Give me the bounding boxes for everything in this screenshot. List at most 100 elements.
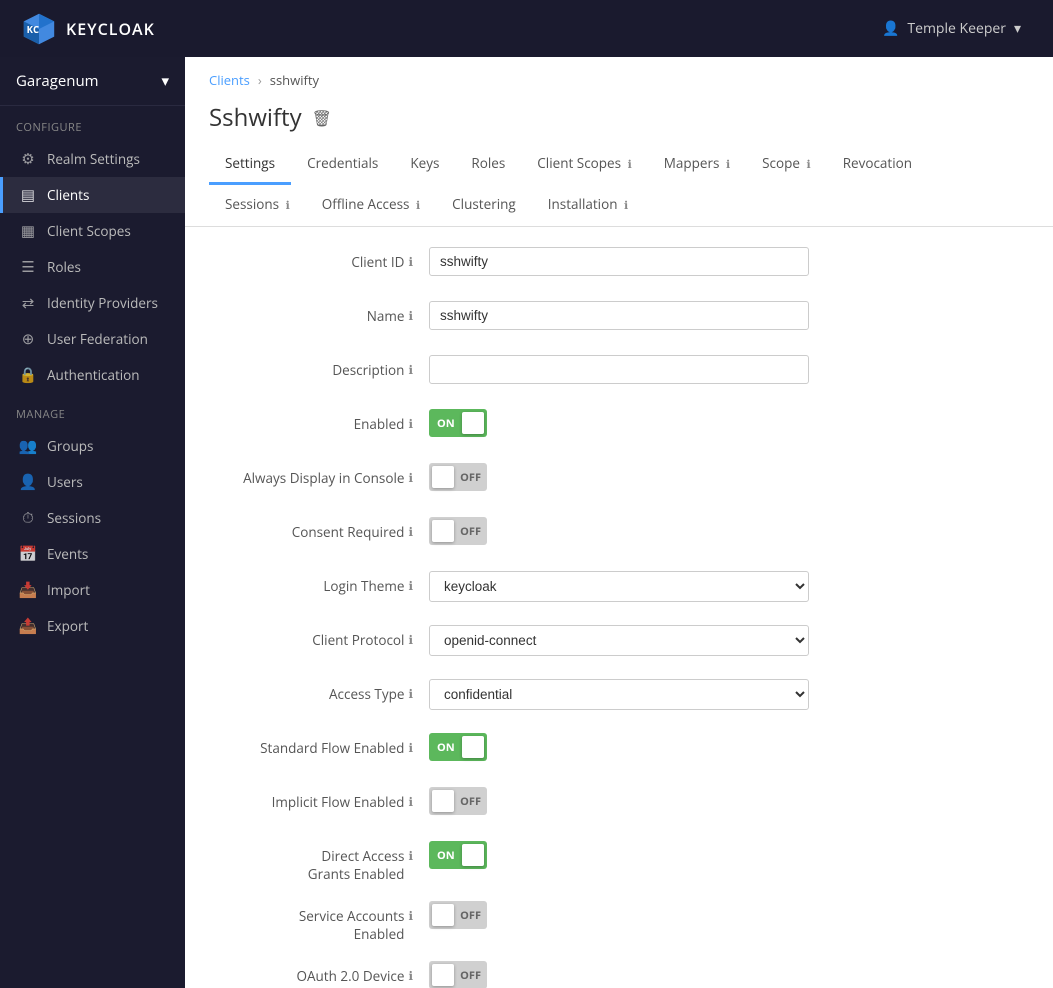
name-help-icon[interactable]: ℹ <box>408 307 413 324</box>
client-id-label: Client ID ℹ <box>209 247 429 271</box>
always-display-help-icon[interactable]: ℹ <box>408 469 413 486</box>
navbar: KC KEYCLOAK 👤 Temple Keeper ▾ <box>0 0 1053 57</box>
service-accounts-help-icon[interactable]: ℹ <box>408 907 413 924</box>
standard-flow-toggle[interactable]: ON <box>429 733 487 761</box>
client-id-help-icon[interactable]: ℹ <box>408 253 413 270</box>
implicit-flow-value: OFF <box>429 787 829 820</box>
consent-required-help-icon[interactable]: ℹ <box>408 523 413 540</box>
breadcrumb-clients-link[interactable]: Clients <box>209 71 250 89</box>
tab-keys[interactable]: Keys <box>394 144 455 185</box>
sessions-tab-icon: ℹ <box>286 198 290 213</box>
tab-revocation[interactable]: Revocation <box>827 144 928 185</box>
tab-offline-access[interactable]: Offline Access ℹ <box>306 185 436 226</box>
direct-access-help-icon[interactable]: ℹ <box>408 847 413 864</box>
consent-required-row: Consent Required ℹ OFF <box>209 517 1029 553</box>
implicit-flow-toggle-knob <box>432 790 454 812</box>
navbar-user-menu[interactable]: 👤 Temple Keeper ▾ <box>870 13 1033 44</box>
oauth2-device-toggle[interactable]: OFF <box>429 961 487 988</box>
enabled-toggle[interactable]: ON <box>429 409 487 437</box>
user-federation-icon: ⊕ <box>19 330 37 348</box>
realm-name: Garagenum <box>16 71 99 91</box>
sidebar-item-label: Roles <box>47 258 81 276</box>
sidebar-item-label: Authentication <box>47 366 140 384</box>
description-input[interactable] <box>429 355 809 384</box>
tab-client-scopes[interactable]: Client Scopes ℹ <box>521 144 647 185</box>
oauth2-device-row: OAuth 2.0 Device AuthorizationGrant Enab… <box>209 961 1029 988</box>
description-value <box>429 355 829 384</box>
navbar-username: Temple Keeper <box>907 19 1006 38</box>
sidebar-item-label: Clients <box>47 186 89 204</box>
consent-required-value: OFF <box>429 517 829 550</box>
oauth2-device-toggle-knob <box>432 964 454 986</box>
implicit-flow-toggle[interactable]: OFF <box>429 787 487 815</box>
tab-mappers[interactable]: Mappers ℹ <box>648 144 746 185</box>
oauth2-device-help-icon[interactable]: ℹ <box>408 967 413 984</box>
sidebar-item-label: Events <box>47 545 88 563</box>
breadcrumb-current: sshwifty <box>270 71 319 89</box>
name-input[interactable] <box>429 301 809 330</box>
standard-flow-help-icon[interactable]: ℹ <box>408 739 413 756</box>
enabled-help-icon[interactable]: ℹ <box>408 415 413 432</box>
tab-credentials[interactable]: Credentials <box>291 144 394 185</box>
sidebar-item-events[interactable]: 📅 Events <box>0 536 185 572</box>
implicit-flow-help-icon[interactable]: ℹ <box>408 793 413 810</box>
consent-required-toggle-knob <box>432 520 454 542</box>
description-help-icon[interactable]: ℹ <box>408 361 413 378</box>
identity-providers-icon: ⇄ <box>19 294 37 312</box>
sidebar-item-users[interactable]: 👤 Users <box>0 464 185 500</box>
consent-required-toggle[interactable]: OFF <box>429 517 487 545</box>
login-theme-help-icon[interactable]: ℹ <box>408 577 413 594</box>
login-theme-value: keycloak base <box>429 571 829 602</box>
client-protocol-label: Client Protocol ℹ <box>209 625 429 649</box>
offline-access-tab-icon: ℹ <box>416 198 420 213</box>
main-layout: Garagenum ▾ Configure ⚙ Realm Settings ▤… <box>0 57 1053 988</box>
name-row: Name ℹ <box>209 301 1029 337</box>
enabled-toggle-label: ON <box>437 416 455 431</box>
sidebar-item-groups[interactable]: 👥 Groups <box>0 428 185 464</box>
tab-installation[interactable]: Installation ℹ <box>532 185 644 226</box>
sidebar-item-client-scopes[interactable]: ▦ Client Scopes <box>0 213 185 249</box>
sidebar-item-label: Realm Settings <box>47 150 140 168</box>
sidebar-item-label: User Federation <box>47 330 148 348</box>
enabled-toggle-knob <box>462 412 484 434</box>
sidebar-item-export[interactable]: 📤 Export <box>0 608 185 644</box>
realm-selector[interactable]: Garagenum ▾ <box>0 57 185 106</box>
clients-icon: ▤ <box>19 186 37 204</box>
sidebar-item-authentication[interactable]: 🔒 Authentication <box>0 357 185 393</box>
direct-access-toggle[interactable]: ON <box>429 841 487 869</box>
tab-roles[interactable]: Roles <box>455 144 521 185</box>
description-row: Description ℹ <box>209 355 1029 391</box>
sidebar-item-clients[interactable]: ▤ Clients <box>0 177 185 213</box>
service-accounts-toggle-label: OFF <box>460 908 481 923</box>
sidebar-item-identity-providers[interactable]: ⇄ Identity Providers <box>0 285 185 321</box>
access-type-select[interactable]: confidential public bearer-only <box>429 679 809 710</box>
client-protocol-select[interactable]: openid-connect saml <box>429 625 809 656</box>
tab-clustering[interactable]: Clustering <box>436 185 532 226</box>
authentication-icon: 🔒 <box>19 366 37 384</box>
direct-access-row: Direct AccessGrants Enabled ℹ ON <box>209 841 1029 883</box>
service-accounts-toggle[interactable]: OFF <box>429 901 487 929</box>
page-title-bar: Sshwifty 🗑 <box>185 95 1053 144</box>
sidebar-item-import[interactable]: 📥 Import <box>0 572 185 608</box>
client-protocol-value: openid-connect saml <box>429 625 829 656</box>
tab-settings[interactable]: Settings <box>209 144 291 185</box>
login-theme-select[interactable]: keycloak base <box>429 571 809 602</box>
always-display-toggle[interactable]: OFF <box>429 463 487 491</box>
sidebar-item-label: Import <box>47 581 90 599</box>
sidebar-item-roles[interactable]: ☰ Roles <box>0 249 185 285</box>
client-protocol-help-icon[interactable]: ℹ <box>408 631 413 648</box>
sidebar-item-realm-settings[interactable]: ⚙ Realm Settings <box>0 141 185 177</box>
service-accounts-row: Service AccountsEnabled ℹ OFF <box>209 901 1029 943</box>
client-id-input[interactable] <box>429 247 809 276</box>
sidebar-item-user-federation[interactable]: ⊕ User Federation <box>0 321 185 357</box>
login-theme-row: Login Theme ℹ keycloak base <box>209 571 1029 607</box>
settings-form: Client ID ℹ Name ℹ Description ℹ <box>185 227 1053 988</box>
access-type-help-icon[interactable]: ℹ <box>408 685 413 702</box>
sidebar-item-sessions[interactable]: ⏱ Sessions <box>0 500 185 536</box>
tab-scope[interactable]: Scope ℹ <box>746 144 827 185</box>
delete-client-button[interactable]: 🗑 <box>312 107 332 129</box>
tab-sessions[interactable]: Sessions ℹ <box>209 185 306 226</box>
realm-settings-icon: ⚙ <box>19 150 37 168</box>
keycloak-logo-icon: KC <box>20 10 58 48</box>
groups-icon: 👥 <box>19 437 37 455</box>
